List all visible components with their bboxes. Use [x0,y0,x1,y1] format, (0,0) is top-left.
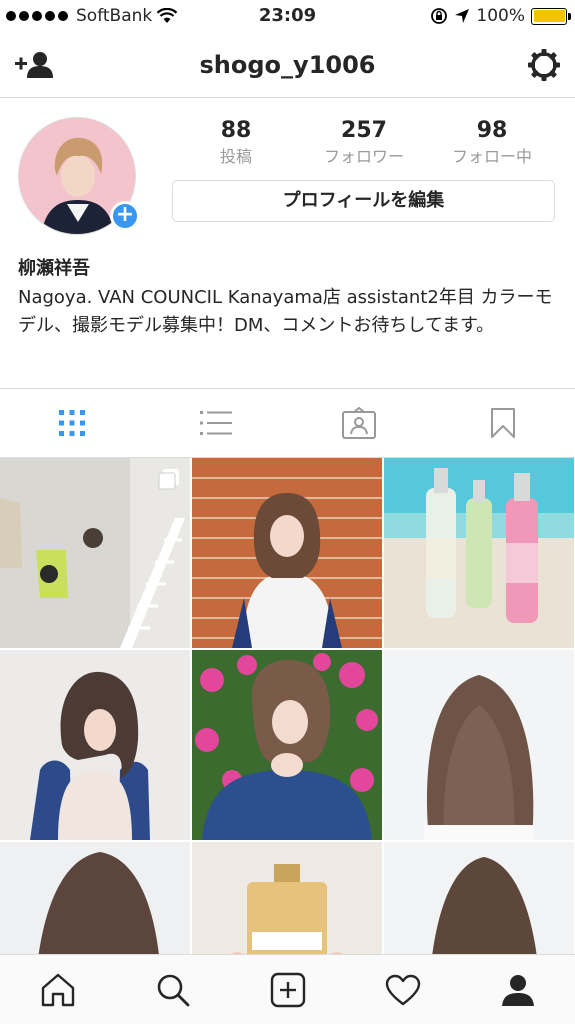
post-thumbnail[interactable] [192,650,382,840]
status-bar: SoftBank 23:09 100% [0,0,575,34]
nav-activity[interactable] [345,955,460,1024]
post-thumbnail[interactable] [0,650,190,840]
stat-label: 投稿 [219,147,252,166]
bookmark-icon [491,408,516,438]
gear-icon[interactable] [527,48,561,82]
profile-bio: Nagoya. VAN COUNCIL Kanayama店 assistant2… [18,287,553,336]
profile-tabs [0,388,575,458]
nav-search[interactable] [115,955,230,1024]
stat-label: フォロー中 [451,147,532,166]
stat-value: 88 [220,118,252,143]
stat-value: 257 [341,118,387,143]
stat-label: フォロワー [323,147,404,166]
nav-add-post[interactable] [230,955,345,1024]
location-icon [455,9,470,23]
heart-icon [385,974,420,1005]
battery-icon [531,7,571,25]
battery-percent: 100% [476,6,525,26]
grid-icon [58,410,85,436]
nav-home[interactable] [0,955,115,1024]
tab-saved[interactable] [431,389,575,457]
multi-photo-icon [158,469,179,490]
stat-value: 98 [476,118,508,143]
post-thumbnail[interactable] [192,842,382,954]
orientation-lock-icon [431,8,448,24]
nav-profile[interactable] [460,955,575,1024]
post-thumbnail[interactable] [384,650,574,840]
post-thumbnail[interactable] [0,458,190,648]
search-icon [157,974,189,1006]
tab-list[interactable] [144,389,288,457]
list-icon [199,411,232,435]
status-right: 100% [430,6,571,26]
tab-grid[interactable] [0,389,144,457]
stat-following[interactable]: 98 フォロー中 [428,118,556,167]
home-icon [41,973,74,1006]
profile-name: 柳瀬祥吾 [18,258,90,279]
stat-posts[interactable]: 88 投稿 [172,118,300,167]
tab-tagged[interactable] [288,389,432,457]
edit-profile-button[interactable]: プロフィールを編集 [172,180,555,222]
bottom-nav [0,954,575,1024]
profile-icon [501,974,534,1006]
username-title: shogo_y1006 [199,51,376,79]
post-thumbnail[interactable] [384,458,574,648]
add-post-icon [270,972,305,1007]
stat-followers[interactable]: 257 フォロワー [300,118,428,167]
post-thumbnail[interactable] [384,842,574,954]
profile-avatar[interactable]: + [18,117,140,235]
add-story-badge[interactable]: + [110,201,140,231]
post-thumbnail[interactable] [192,458,382,648]
profile-stats: 88 投稿 257 フォロワー 98 フォロー中 [172,118,556,167]
post-thumbnail[interactable] [0,842,190,954]
photo-grid [0,458,575,954]
tagged-photo-icon [342,407,377,439]
profile-header: shogo_y1006 [0,34,575,98]
